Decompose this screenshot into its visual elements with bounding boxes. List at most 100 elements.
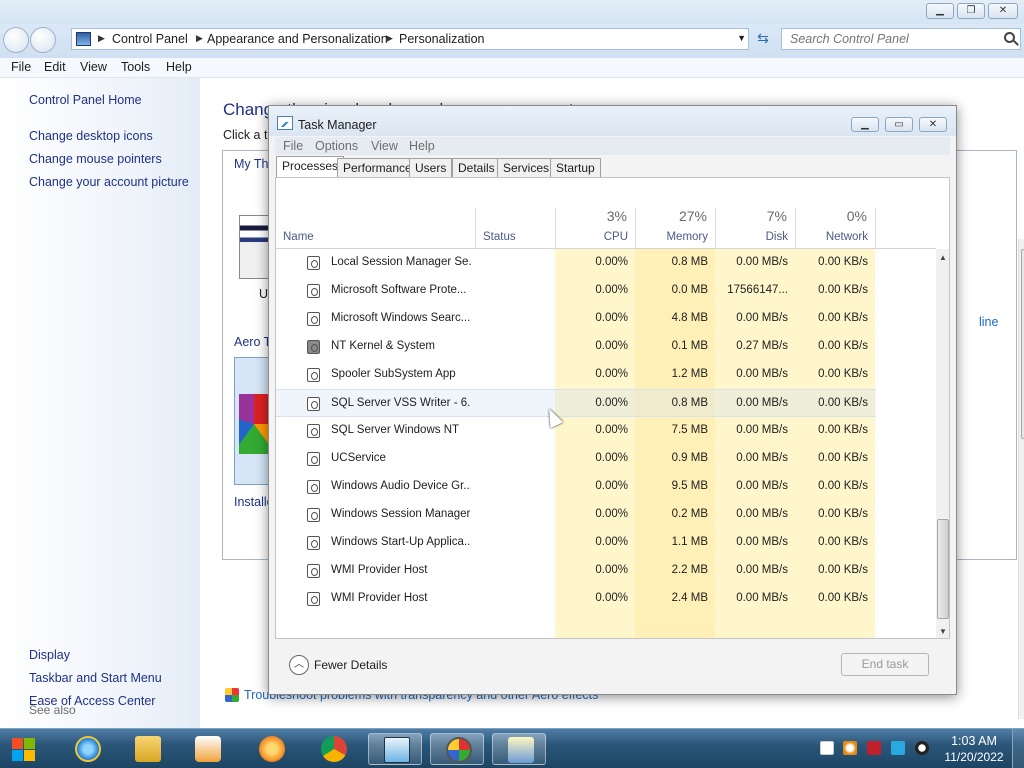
table-row[interactable]: SQL Server Windows NT 0.00% 7.5 MB 0.00 MB/… (276, 417, 876, 445)
column-header-name[interactable]: Name (283, 231, 314, 243)
taskbar-app-orange[interactable] (244, 733, 298, 765)
menu-file[interactable]: File (11, 60, 31, 74)
process-name: NT Kernel & System (331, 340, 435, 352)
display-link[interactable]: Display (29, 648, 70, 662)
control-panel-home-link[interactable]: Control Panel Home (29, 93, 142, 107)
menu-view[interactable]: View (371, 139, 398, 153)
minimize-button[interactable]: ▁ (851, 117, 879, 132)
end-task-button[interactable]: End task (841, 653, 929, 676)
chevron-right-icon[interactable]: ▶ (196, 33, 203, 44)
process-list-scrollbar[interactable]: ▲ ▼ (936, 249, 949, 638)
table-row[interactable]: Local Session Manager Se... 0.00% 0.8 MB 0.… (276, 249, 876, 277)
taskbar-file-explorer[interactable] (120, 733, 174, 765)
close-button[interactable]: ✕ (919, 117, 947, 132)
back-button[interactable] (3, 27, 29, 53)
fewer-details-button[interactable]: Fewer Details (314, 658, 387, 672)
process-icon (307, 508, 320, 522)
change-desktop-icons-link[interactable]: Change desktop icons (29, 129, 153, 143)
table-row[interactable]: WMI Provider Host 0.00% 2.2 MB 0.00 MB/s 0.0… (276, 557, 876, 585)
minimize-button[interactable]: ▁ (926, 3, 954, 19)
chevron-down-icon[interactable]: ▼ (737, 33, 746, 43)
table-row[interactable]: NT Kernel & System 0.00% 0.1 MB 0.27 MB/s 0.… (276, 333, 876, 361)
process-disk: 0.00 MB/s (736, 508, 788, 520)
table-row[interactable]: UCService 0.00% 0.9 MB 0.00 MB/s 0.00 KB/s (276, 445, 876, 473)
menu-view[interactable]: View (80, 60, 107, 74)
left-nav-pane: Control Panel Home Change desktop icons … (0, 78, 200, 728)
search-input[interactable] (782, 29, 994, 49)
search-tray-icon[interactable] (843, 741, 857, 755)
menu-tools[interactable]: Tools (121, 60, 150, 74)
table-row[interactable]: Microsoft Software Prote... 0.00% 0.0 MB 17… (276, 277, 876, 305)
tab-services[interactable]: Services (497, 158, 556, 178)
table-row[interactable]: Windows Start-Up Applica... 0.00% 1.1 MB 0.… (276, 529, 876, 557)
forward-button[interactable] (30, 27, 56, 53)
process-memory: 0.8 MB (671, 256, 708, 268)
notification-icon[interactable] (820, 741, 834, 755)
table-row[interactable]: Windows Audio Device Gr... 0.00% 9.5 MB 0.0… (276, 473, 876, 501)
display-tray-icon[interactable] (891, 741, 905, 755)
file-explorer-icon (135, 736, 161, 762)
process-icon (307, 284, 320, 298)
search-box[interactable] (781, 28, 1021, 50)
tab-startup[interactable]: Startup (550, 158, 601, 178)
column-divider[interactable] (475, 208, 476, 248)
column-header-status[interactable]: Status (483, 231, 516, 243)
tab-details[interactable]: Details (452, 158, 501, 178)
table-row[interactable]: Microsoft Windows Searc... 0.00% 4.8 MB 0.0… (276, 305, 876, 333)
show-desktop-button[interactable] (1012, 729, 1024, 768)
taskbar-internet-explorer[interactable] (60, 733, 114, 765)
process-name: Windows Start-Up Applica... (331, 536, 471, 548)
menu-help[interactable]: Help (409, 139, 435, 153)
breadcrumb-personalization[interactable]: Personalization (399, 32, 484, 46)
taskbar-task-manager[interactable] (368, 733, 422, 765)
flag-icon[interactable] (867, 741, 881, 755)
maximize-button[interactable]: ▭ (885, 117, 913, 132)
taskbar-chrome[interactable] (306, 733, 360, 765)
table-row[interactable]: Spooler SubSystem App 0.00% 1.2 MB 0.00 MB/… (276, 361, 876, 389)
column-divider[interactable] (875, 208, 876, 248)
table-row[interactable]: SQL Server VSS Writer - 6... 0.00% 0.8 MB 0… (276, 389, 876, 417)
column-header-cpu[interactable]: CPU (556, 231, 628, 243)
breadcrumb[interactable]: ▶ Control Panel ▶ Appearance and Persona… (71, 28, 749, 50)
scroll-up-icon[interactable]: ▲ (939, 253, 947, 262)
start-button[interactable] (10, 735, 40, 763)
chevron-right-icon[interactable]: ▶ (98, 33, 105, 44)
clock-date[interactable]: 11/20/2022 (942, 750, 1006, 764)
chevron-up-icon[interactable]: ︿ (289, 655, 309, 675)
refresh-icon[interactable]: ⇆ (752, 28, 774, 50)
scrollbar-thumb[interactable] (937, 519, 949, 619)
tab-users[interactable]: Users (409, 158, 453, 178)
breadcrumb-control-panel[interactable]: Control Panel (112, 32, 188, 46)
menu-help[interactable]: Help (166, 60, 192, 74)
taskbar-control-panel[interactable] (492, 733, 546, 765)
volume-icon[interactable] (915, 741, 929, 755)
column-header-network[interactable]: Network (796, 231, 868, 243)
ease-of-access-link[interactable]: Ease of Access Center (29, 694, 155, 708)
chevron-right-icon[interactable]: ▶ (386, 33, 393, 44)
table-row[interactable]: WMI Provider Host 0.00% 2.4 MB 0.00 MB/s 0.0… (276, 585, 876, 613)
taskbar-start-menu-link[interactable]: Taskbar and Start Menu (29, 671, 162, 685)
clock-time[interactable]: 1:03 AM (950, 734, 998, 748)
table-row[interactable]: Windows Session Manager 0.00% 0.2 MB 0.00 M… (276, 501, 876, 529)
close-button[interactable]: ✕ (988, 3, 1018, 19)
taskbar-media-player[interactable] (180, 733, 234, 765)
change-account-picture-link[interactable]: Change your account picture (29, 175, 189, 189)
breadcrumb-appearance[interactable]: Appearance and Personalization (207, 32, 388, 46)
task-manager-titlebar[interactable]: Task Manager ▁ ▭ ✕ (269, 106, 956, 136)
get-themes-online-link[interactable]: line (979, 315, 998, 329)
menu-edit[interactable]: Edit (44, 60, 66, 74)
themes-scrollbar[interactable] (1018, 239, 1024, 719)
menu-options[interactable]: Options (315, 139, 358, 153)
taskbar-app-wheel[interactable] (430, 733, 484, 765)
tab-performance[interactable]: Performance (337, 158, 418, 178)
search-icon[interactable] (1004, 32, 1015, 43)
menu-file[interactable]: File (283, 139, 303, 153)
tab-processes[interactable]: Processes (276, 156, 345, 179)
change-mouse-pointers-link[interactable]: Change mouse pointers (29, 152, 162, 166)
scroll-down-icon[interactable]: ▼ (939, 627, 947, 636)
theme-label[interactable]: U (259, 287, 268, 301)
process-disk: 0.00 MB/s (736, 397, 788, 409)
column-header-disk[interactable]: Disk (716, 231, 788, 243)
maximize-button[interactable]: ❐ (957, 3, 985, 19)
column-header-memory[interactable]: Memory (636, 231, 708, 243)
